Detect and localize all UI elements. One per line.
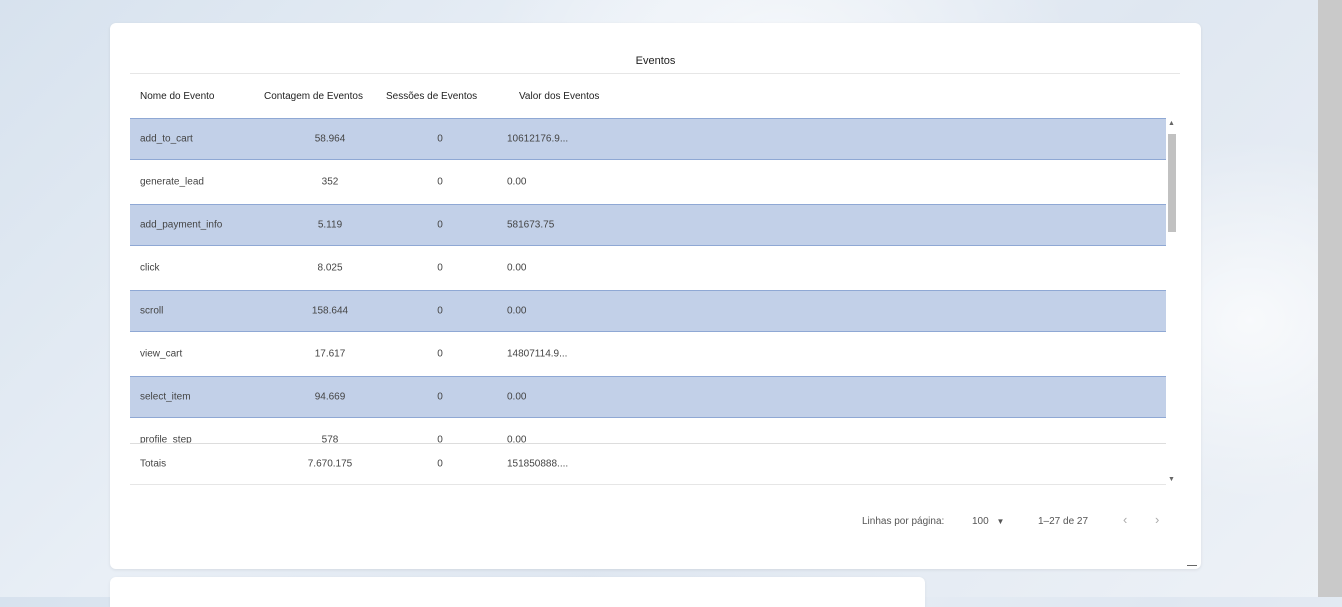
cell-event-value: 0.00 — [507, 434, 527, 444]
table-scrollbar[interactable]: ▲ ▼ — [1165, 118, 1179, 485]
table-row[interactable]: generate_lead 352 0 0.00 — [130, 161, 1166, 203]
cell-event-count: 5.119 — [317, 219, 343, 231]
cell-event-sessions: 0 — [437, 434, 443, 444]
cell-event-value: 14807114.9... — [507, 348, 568, 360]
chevron-right-icon[interactable]: › — [1155, 512, 1159, 527]
cell-event-count: 8.025 — [317, 262, 343, 274]
cell-event-name: add_payment_info — [140, 219, 223, 231]
cell-event-count: 578 — [321, 434, 339, 444]
table-row[interactable]: scroll 158.644 0 0.00 — [130, 290, 1166, 332]
secondary-card — [110, 577, 925, 607]
cell-event-name: generate_lead — [140, 176, 204, 188]
cell-event-count: 352 — [321, 176, 339, 188]
cell-event-sessions: 0 — [437, 176, 443, 188]
cell-event-name: view_cart — [140, 348, 183, 360]
cell-event-sessions: 0 — [437, 391, 443, 403]
rows-per-page-label: Linhas por página: — [862, 516, 945, 527]
cell-event-count: 58.964 — [314, 133, 346, 145]
page-scrollbar[interactable] — [1318, 0, 1342, 597]
cell-event-name: profile_step — [140, 434, 192, 444]
cell-event-count: 94.669 — [314, 391, 346, 403]
cell-event-value: 581673.75 — [507, 219, 555, 231]
cell-event-name: add_to_cart — [140, 133, 193, 145]
cell-event-value: 0.00 — [507, 391, 527, 403]
chevron-left-icon[interactable]: ‹ — [1123, 512, 1127, 527]
cell-event-value: 10612176.9... — [507, 133, 569, 145]
cell-event-value: 0.00 — [507, 305, 527, 317]
title-divider — [130, 73, 1180, 74]
cell-event-count: 17.617 — [314, 348, 346, 360]
totals-label: Totais — [140, 458, 167, 470]
totals-count: 7.670.175 — [307, 458, 353, 470]
cell-event-sessions: 0 — [437, 262, 443, 274]
cell-event-sessions: 0 — [437, 219, 443, 231]
totals-row: Totais 7.670.175 0 151850888.... — [130, 443, 1166, 485]
rows-per-page-select[interactable]: 100 ▼ — [972, 516, 1004, 527]
cell-event-sessions: 0 — [437, 348, 443, 360]
caret-down-icon: ▼ — [996, 517, 1005, 526]
totals-value: 151850888.... — [507, 458, 569, 470]
cell-event-sessions: 0 — [437, 133, 443, 145]
table-row[interactable]: add_payment_info 5.119 0 581673.75 — [130, 204, 1166, 246]
cell-event-sessions: 0 — [437, 305, 443, 317]
events-table-card: Eventos Nome do Evento Contagem de Event… — [110, 23, 1201, 569]
rows-per-page-value: 100 — [972, 516, 989, 527]
resize-handle-icon[interactable] — [1187, 555, 1197, 566]
table-row[interactable]: add_to_cart 58.964 0 10612176.9... — [130, 118, 1166, 160]
scrollbar-thumb[interactable] — [1168, 134, 1176, 232]
cell-event-name: scroll — [140, 305, 164, 317]
table-row[interactable]: select_item 94.669 0 0.00 — [130, 376, 1166, 418]
scroll-up-icon[interactable]: ▲ — [1168, 120, 1175, 127]
column-header-event-name[interactable]: Nome do Evento — [140, 91, 215, 102]
scroll-down-icon[interactable]: ▼ — [1168, 476, 1175, 483]
table-body[interactable]: add_to_cart 58.964 0 10612176.9... gener… — [130, 118, 1166, 443]
cell-event-value: 0.00 — [507, 262, 527, 274]
cell-event-value: 0.00 — [507, 176, 527, 188]
cell-event-name: select_item — [140, 391, 191, 403]
table-title: Eventos — [635, 55, 676, 67]
cell-event-count: 158.644 — [311, 305, 349, 317]
pagination-range: 1–27 de 27 — [1038, 516, 1089, 527]
column-header-event-count[interactable]: Contagem de Eventos — [264, 91, 363, 102]
column-header-event-value[interactable]: Valor dos Eventos — [519, 91, 599, 102]
cell-event-name: click — [140, 262, 160, 274]
totals-sessions: 0 — [437, 458, 443, 470]
column-header-event-sessions[interactable]: Sessões de Eventos — [386, 91, 477, 102]
table-row[interactable]: click 8.025 0 0.00 — [130, 247, 1166, 289]
table-row[interactable]: profile_step 578 0 0.00 — [130, 419, 1166, 444]
table-row[interactable]: view_cart 17.617 0 14807114.9... — [130, 333, 1166, 375]
